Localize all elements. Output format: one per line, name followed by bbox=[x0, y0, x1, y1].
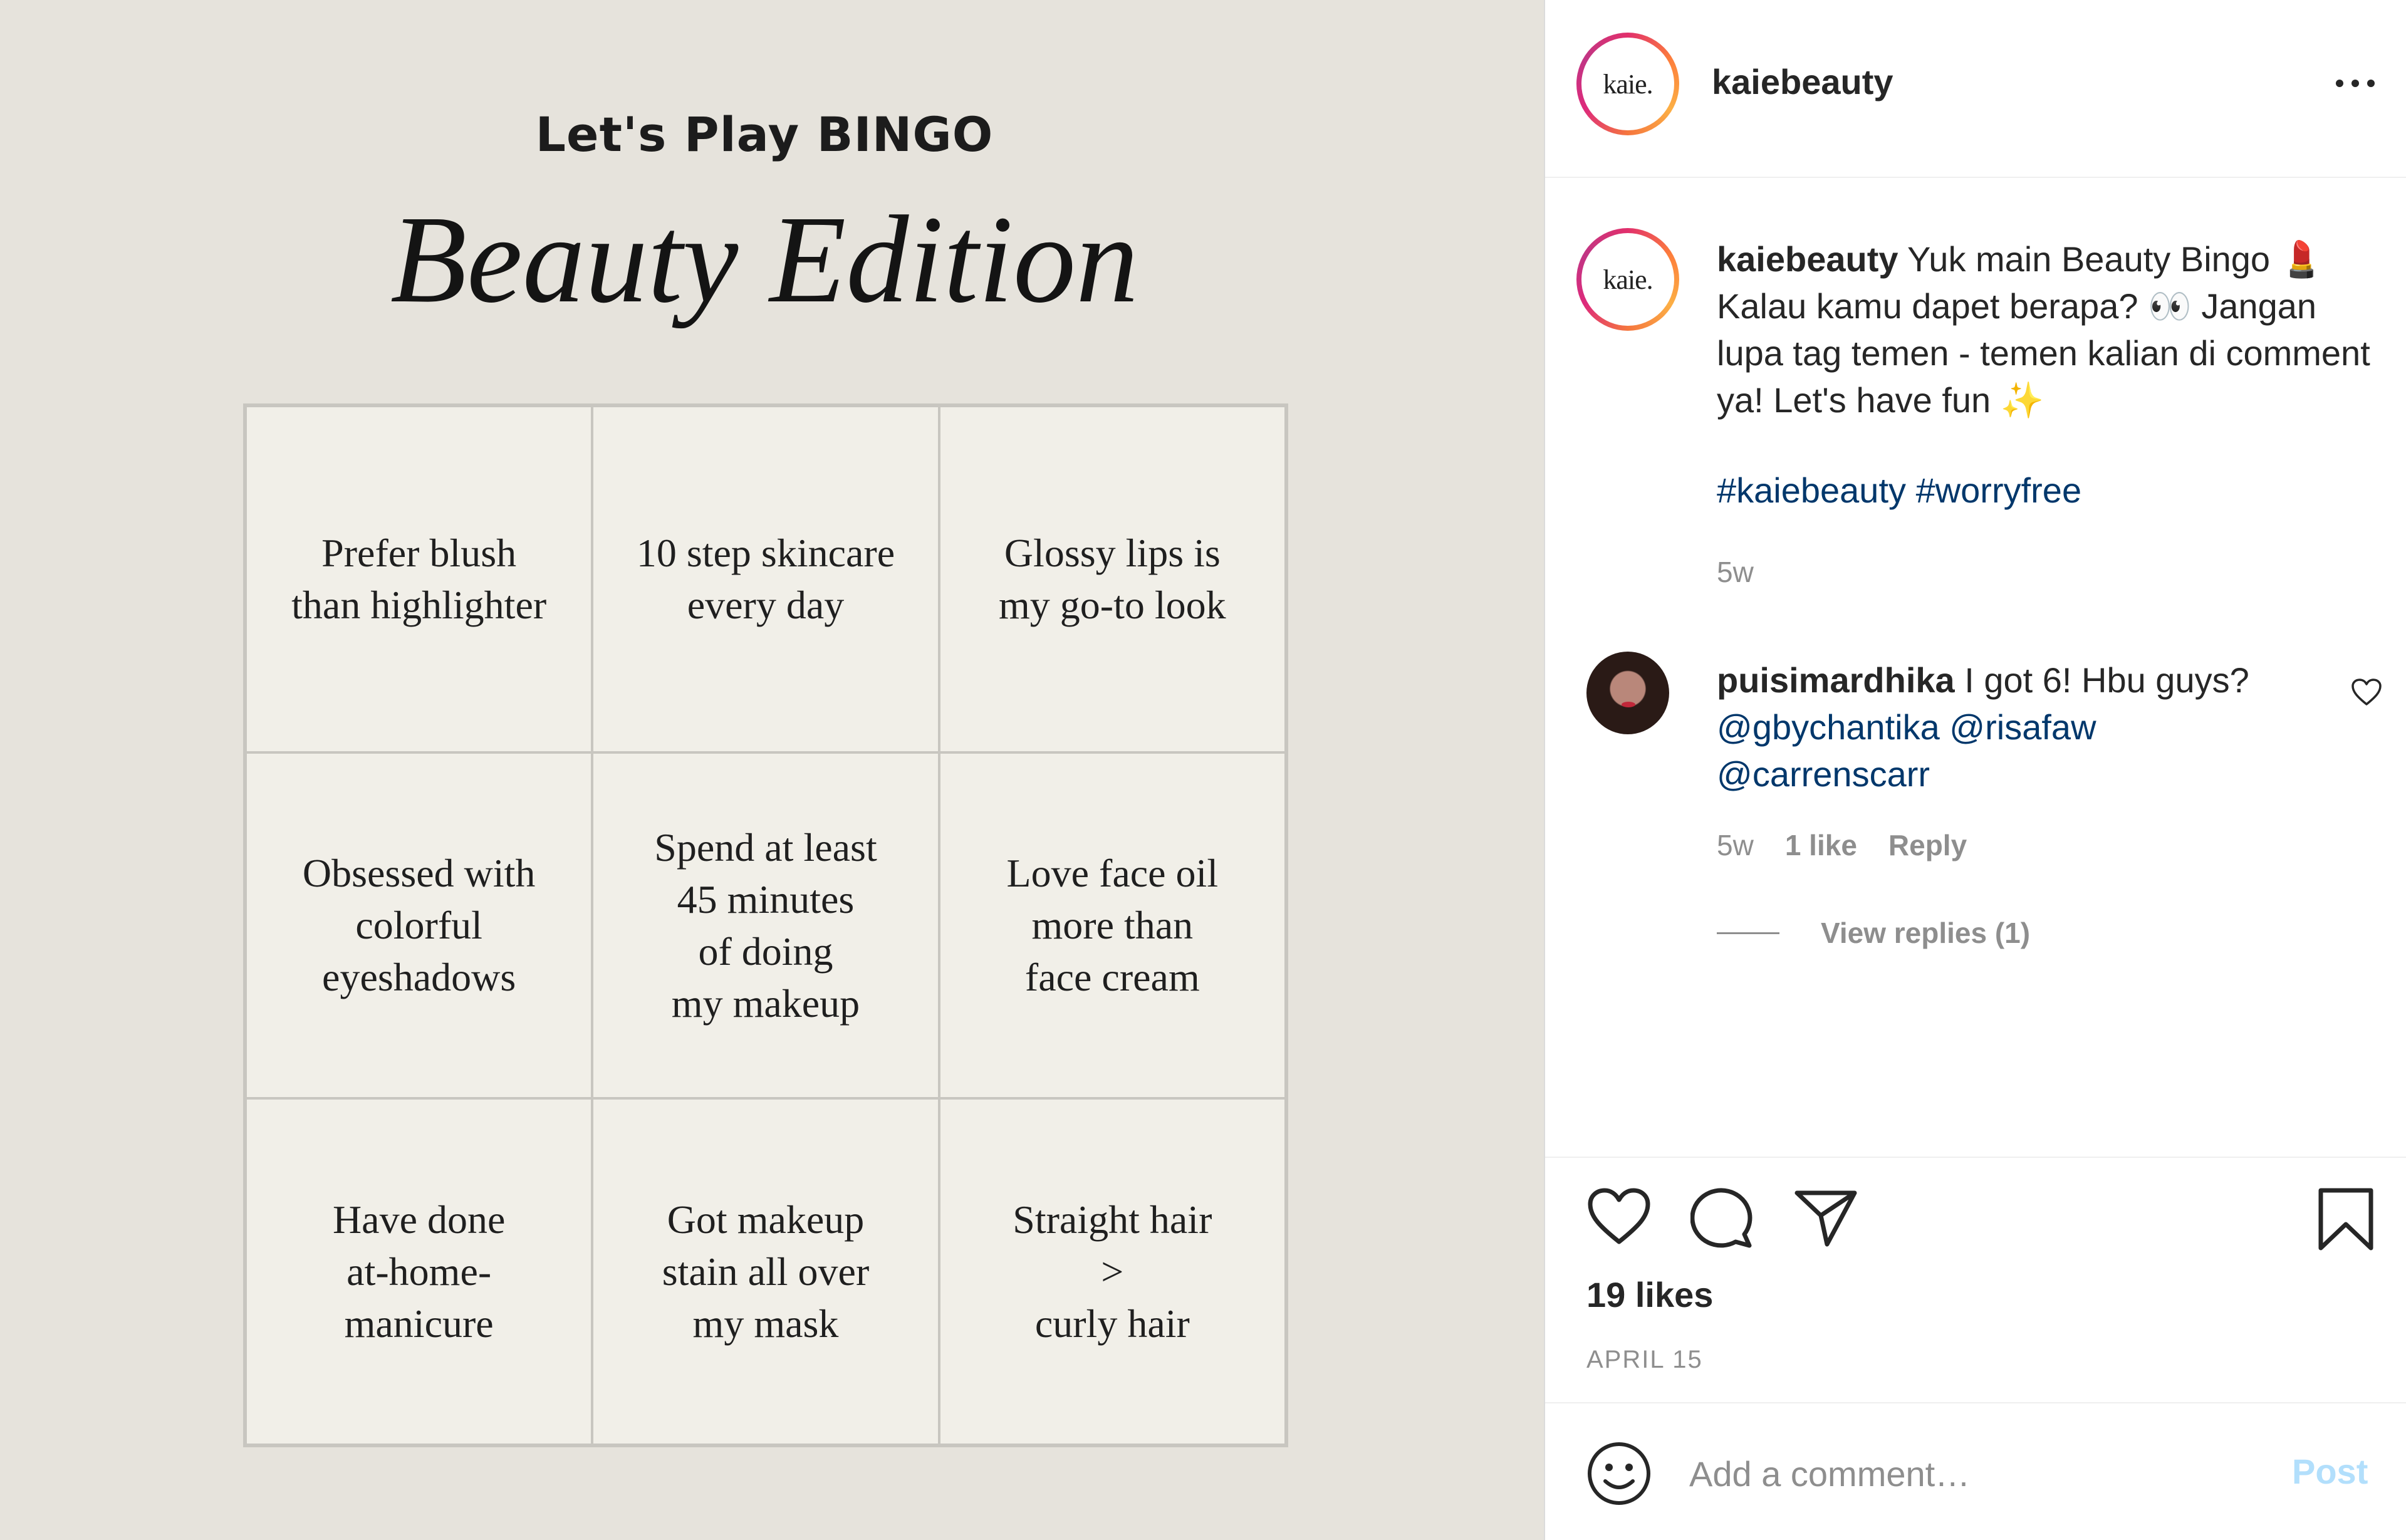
comment-meta: 5w 1 like Reply bbox=[1717, 828, 1967, 862]
bookmark-icon[interactable] bbox=[2317, 1187, 2375, 1252]
author-username[interactable]: kaiebeauty bbox=[1712, 61, 1893, 102]
post-actions: 19 likes APRIL 15 bbox=[1545, 1157, 2406, 1402]
bingo-cell: 10 step skincare every day bbox=[592, 406, 939, 752]
view-replies-button[interactable]: View replies (1) bbox=[1717, 916, 2030, 950]
share-icon[interactable] bbox=[1794, 1189, 1857, 1248]
more-horizontal-icon[interactable] bbox=[2333, 74, 2377, 93]
comment-input[interactable] bbox=[1689, 1447, 2253, 1500]
comment-heart-icon[interactable] bbox=[2351, 678, 2382, 707]
bingo-cell: Spend at least 45 minutes of doing my ma… bbox=[592, 752, 939, 1099]
comment-text: puisimardhika I got 6! Hbu guys? @gbycha… bbox=[1717, 657, 2306, 798]
bingo-cell: Obsessed with colorful eyeshadows bbox=[246, 752, 593, 1099]
bingo-cell: Love face oil more than face cream bbox=[939, 752, 1286, 1099]
commenter-username[interactable]: puisimardhika bbox=[1717, 660, 1955, 700]
bingo-cell: Straight hair > curly hair bbox=[939, 1098, 1286, 1445]
bingo-cell: Have done at-home- manicure bbox=[246, 1098, 593, 1445]
comment-like-count[interactable]: 1 like bbox=[1785, 828, 1857, 862]
caption-avatar[interactable]: kaie. bbox=[1576, 228, 1679, 331]
view-replies-label: View replies (1) bbox=[1821, 917, 2031, 949]
comment-icon[interactable] bbox=[1690, 1187, 1756, 1249]
comment-body: I got 6! Hbu guys? bbox=[1954, 660, 2249, 700]
bingo-kicker: Let's Play BINGO bbox=[535, 107, 994, 162]
bingo-cell: Got makeup stain all over my mask bbox=[592, 1098, 939, 1445]
post-button[interactable]: Post bbox=[2292, 1451, 2368, 1492]
post-header: kaie. kaiebeauty bbox=[1545, 0, 2406, 178]
bingo-cell: Prefer blush than highlighter bbox=[246, 406, 593, 752]
emoji-icon[interactable] bbox=[1586, 1441, 1652, 1506]
mention-link[interactable]: @carrenscarr bbox=[1717, 754, 1930, 794]
post-date[interactable]: APRIL 15 bbox=[1586, 1346, 1703, 1374]
author-avatar[interactable]: kaie. bbox=[1576, 33, 1679, 135]
caption-username[interactable]: kaiebeauty bbox=[1717, 239, 1898, 279]
mention-link[interactable]: @risafaw bbox=[1949, 707, 2096, 747]
reply-button[interactable]: Reply bbox=[1888, 828, 1967, 862]
caption-timestamp[interactable]: 5w bbox=[1717, 555, 1754, 589]
add-comment-bar: Post bbox=[1545, 1402, 2406, 1540]
bingo-grid: Prefer blush than highlighter 10 step sk… bbox=[243, 403, 1288, 1447]
bingo-cell: Glossy lips is my go-to look bbox=[939, 406, 1286, 752]
commenter-avatar[interactable] bbox=[1586, 652, 1669, 734]
bingo-title: Beauty Edition bbox=[390, 190, 1139, 329]
caption-hashtags[interactable]: #kaiebeauty #worryfree bbox=[1717, 470, 2081, 511]
replies-divider bbox=[1717, 932, 1779, 934]
mention-link[interactable]: @gbychantika bbox=[1717, 707, 1940, 747]
comment-timestamp[interactable]: 5w bbox=[1717, 828, 1754, 862]
heart-icon[interactable] bbox=[1586, 1187, 1652, 1247]
post-image[interactable]: Let's Play BINGO Beauty Edition Prefer b… bbox=[0, 0, 1544, 1540]
brand-logo: kaie. bbox=[1585, 237, 1670, 322]
brand-logo: kaie. bbox=[1585, 41, 1670, 127]
post-sidebar: kaie. kaiebeauty kaie. kaiebeauty Yuk ma… bbox=[1545, 0, 2406, 1540]
likes-count[interactable]: 19 likes bbox=[1586, 1274, 1713, 1315]
caption-text: kaiebeauty Yuk main Beauty Bingo 💄 Kalau… bbox=[1717, 236, 2381, 424]
